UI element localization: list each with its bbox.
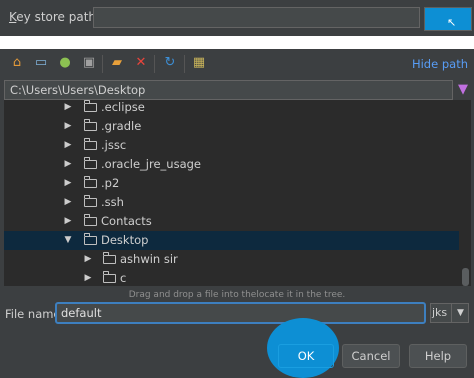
tree-row[interactable]: ▶ .jssc xyxy=(4,136,459,155)
tree-row[interactable]: ▶ .p2 xyxy=(4,174,459,193)
folder-icon xyxy=(84,195,97,207)
folder-icon xyxy=(84,233,97,245)
path-history-icon[interactable]: ▼ xyxy=(455,80,471,100)
tree-item-label: .gradle xyxy=(101,119,142,133)
tree-row[interactable]: ▶ .gradle xyxy=(4,117,459,136)
project-folder-icon[interactable]: ▣ xyxy=(81,55,97,71)
folder-icon xyxy=(103,252,116,264)
mouse-cursor-icon: ↖ xyxy=(447,16,457,29)
toolbar-separator xyxy=(102,55,103,73)
tree-item-label: c xyxy=(120,271,127,285)
ok-button[interactable]: OK xyxy=(278,344,334,368)
file-name-input[interactable]: default xyxy=(55,302,426,324)
show-hidden-icon[interactable]: ▦ xyxy=(191,55,207,71)
expand-arrow-icon[interactable]: ▶ xyxy=(83,250,93,269)
folder-icon xyxy=(84,138,97,150)
tree-row-selected[interactable]: ▼ Desktop xyxy=(4,231,459,250)
tree-item-label: Contacts xyxy=(101,214,152,228)
expand-arrow-icon[interactable]: ▶ xyxy=(63,100,73,117)
expand-arrow-icon[interactable]: ▶ xyxy=(63,117,73,136)
refresh-icon[interactable]: ↻ xyxy=(162,55,178,71)
folder-icon xyxy=(84,119,97,131)
new-folder-icon[interactable]: ▰ xyxy=(109,55,125,71)
tree-row[interactable]: ▶ c xyxy=(4,269,459,286)
tree-item-label: .ssh xyxy=(101,195,124,209)
expand-arrow-icon[interactable]: ▶ xyxy=(83,269,93,286)
collapse-arrow-icon[interactable]: ▼ xyxy=(63,231,73,250)
expand-arrow-icon[interactable]: ▶ xyxy=(63,155,73,174)
key-store-browse-button[interactable]: ↖ xyxy=(424,7,472,31)
help-button[interactable]: Help xyxy=(409,344,467,368)
tree-item-label: .jssc xyxy=(101,138,127,152)
path-input[interactable]: C:\Users\Users\Desktop xyxy=(4,80,453,100)
file-tree[interactable]: ▶ .eclipse ▶ .gradle ▶ .jssc ▶ .oracle_j… xyxy=(4,100,471,286)
drag-drop-hint: Drag and drop a file into thelocate it i… xyxy=(128,290,346,300)
tree-row[interactable]: ▶ .oracle_jre_usage xyxy=(4,155,459,174)
delete-icon[interactable]: ✕ xyxy=(133,55,149,71)
toolbar-separator xyxy=(154,55,155,73)
expand-arrow-icon[interactable]: ▶ xyxy=(63,174,73,193)
tree-row[interactable]: ▶ ashwin sir xyxy=(4,250,459,269)
desktop-icon[interactable]: ▭ xyxy=(33,55,49,71)
folder-icon xyxy=(103,271,116,283)
folder-icon xyxy=(84,176,97,188)
expand-arrow-icon[interactable]: ▶ xyxy=(63,212,73,231)
extension-value: jks xyxy=(432,306,448,319)
tree-item-label: .eclipse xyxy=(101,100,145,114)
tree-item-label: .oracle_jre_usage xyxy=(101,157,202,171)
key-store-path-input[interactable] xyxy=(93,7,420,28)
tree-row[interactable]: ▶ Contacts xyxy=(4,212,459,231)
expand-arrow-icon[interactable]: ▶ xyxy=(63,136,73,155)
toolbar-separator xyxy=(184,55,185,73)
hide-path-link[interactable]: Hide path xyxy=(412,57,468,71)
expand-arrow-icon[interactable]: ▶ xyxy=(63,193,73,212)
folder-icon xyxy=(84,157,97,169)
tree-item-label: ashwin sir xyxy=(120,252,178,266)
tree-row[interactable]: ▶ .ssh xyxy=(4,193,459,212)
folder-icon xyxy=(84,214,97,226)
tree-item-label: .p2 xyxy=(101,176,120,190)
key-store-path-label: Key store path: xyxy=(9,10,101,24)
home-icon[interactable]: ⌂ xyxy=(9,55,25,71)
tree-scrollbar[interactable] xyxy=(462,268,469,286)
folder-icon xyxy=(84,100,97,112)
android-icon[interactable]: ● xyxy=(57,55,73,71)
tree-row[interactable]: ▶ .eclipse xyxy=(4,100,459,117)
chevron-down-icon[interactable]: ▼ xyxy=(451,303,469,323)
cancel-button[interactable]: Cancel xyxy=(342,344,400,368)
tree-item-label: Desktop xyxy=(101,233,149,247)
dialog-gap xyxy=(0,36,474,49)
